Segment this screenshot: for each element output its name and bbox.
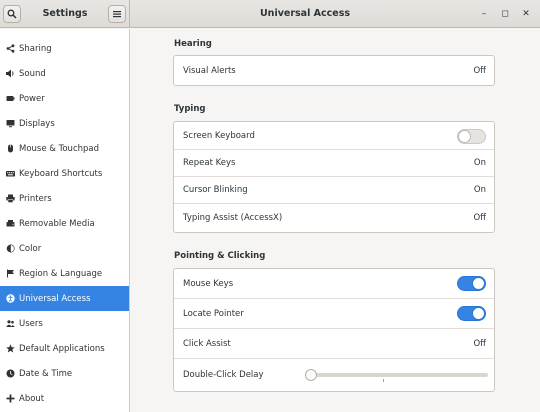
sidebar-item-label: Mouse & Touchpad bbox=[19, 143, 100, 154]
sidebar-item-label: Printers bbox=[19, 193, 52, 204]
row-label: Locate Pointer bbox=[183, 308, 244, 319]
accessibility-icon bbox=[5, 294, 15, 304]
sidebar-item-label: Sharing bbox=[19, 43, 52, 54]
speaker-icon bbox=[5, 69, 15, 79]
close-button[interactable]: ✕ bbox=[519, 7, 533, 21]
share-icon bbox=[5, 44, 15, 54]
app-title: Settings bbox=[42, 8, 88, 19]
row-repeat-keys[interactable]: Repeat Keys On bbox=[174, 150, 494, 177]
group-hearing: Visual Alerts Off bbox=[173, 55, 495, 86]
locate-pointer-switch[interactable] bbox=[457, 306, 486, 321]
section-title-pointing-clicking: Pointing & Clicking bbox=[174, 251, 266, 261]
row-label: Visual Alerts bbox=[183, 65, 236, 76]
row-label: Screen Keyboard bbox=[183, 130, 255, 141]
sidebar-item-displays[interactable]: Displays bbox=[0, 111, 129, 136]
sidebar-item-keyboard-shortcuts[interactable]: Keyboard Shortcuts bbox=[0, 161, 129, 186]
screen-keyboard-switch[interactable] bbox=[457, 129, 486, 144]
sidebar-item-label: Displays bbox=[19, 118, 55, 129]
row-cursor-blinking[interactable]: Cursor Blinking On bbox=[174, 177, 494, 204]
settings-window: Settings Universal Access – ◻ ✕ Sharing bbox=[0, 0, 540, 412]
row-label: Click Assist bbox=[183, 338, 231, 349]
hamburger-menu-icon bbox=[113, 11, 121, 18]
sidebar-item-label: Removable Media bbox=[19, 218, 95, 229]
sidebar-item-sharing[interactable]: Sharing bbox=[0, 36, 129, 61]
row-value: Off bbox=[473, 65, 486, 76]
row-value: On bbox=[473, 185, 486, 195]
printer-icon bbox=[5, 194, 15, 204]
flag-icon bbox=[5, 269, 15, 279]
mouse-keys-switch[interactable] bbox=[457, 276, 486, 291]
sidebar-header: Settings bbox=[0, 0, 130, 28]
row-locate-pointer: Locate Pointer bbox=[174, 299, 494, 329]
clock-icon bbox=[5, 369, 15, 379]
sidebar-item-default-applications[interactable]: Default Applications bbox=[0, 336, 129, 361]
sidebar-item-label: Default Applications bbox=[19, 343, 105, 354]
row-click-assist[interactable]: Click Assist Off bbox=[174, 329, 494, 359]
double-click-delay-slider-handle[interactable] bbox=[305, 369, 317, 381]
page-title: Universal Access bbox=[259, 8, 351, 19]
header-bar: Settings Universal Access – ◻ ✕ bbox=[0, 0, 540, 28]
double-click-delay-slider-track[interactable] bbox=[310, 373, 488, 377]
main-panel: Hearing Visual Alerts Off Typing Screen … bbox=[131, 29, 540, 412]
sidebar: Sharing Sound Power Displays Mouse & Tou… bbox=[0, 29, 130, 412]
row-typing-assist[interactable]: Typing Assist (AccessX) Off bbox=[174, 204, 494, 232]
section-title-hearing: Hearing bbox=[174, 39, 212, 49]
section-title-typing: Typing bbox=[174, 104, 206, 114]
row-label: Cursor Blinking bbox=[183, 185, 248, 195]
menu-button[interactable] bbox=[108, 5, 126, 23]
group-pointing-clicking: Mouse Keys Locate Pointer Click Assist O… bbox=[173, 268, 495, 392]
row-value: Off bbox=[473, 338, 486, 349]
sidebar-item-users[interactable]: Users bbox=[0, 311, 129, 336]
sidebar-item-printers[interactable]: Printers bbox=[0, 186, 129, 211]
switch-knob bbox=[458, 130, 471, 143]
sidebar-item-removable-media[interactable]: Removable Media bbox=[0, 211, 129, 236]
sidebar-item-label: Date & Time bbox=[19, 368, 73, 379]
media-icon bbox=[5, 219, 15, 229]
users-icon bbox=[5, 319, 15, 329]
row-label: Typing Assist (AccessX) bbox=[183, 213, 283, 223]
sidebar-item-label: Sound bbox=[19, 68, 46, 79]
search-button[interactable] bbox=[3, 5, 21, 23]
keyboard-icon bbox=[5, 169, 15, 179]
sidebar-item-label: Users bbox=[19, 318, 43, 329]
row-double-click-delay: Double-Click Delay bbox=[174, 359, 494, 391]
sidebar-item-about[interactable]: About bbox=[0, 386, 129, 411]
row-visual-alerts[interactable]: Visual Alerts Off bbox=[174, 56, 494, 85]
plus-icon bbox=[5, 394, 15, 404]
sidebar-item-label: Power bbox=[19, 93, 45, 104]
row-label: Mouse Keys bbox=[183, 278, 234, 289]
row-label: Repeat Keys bbox=[183, 158, 236, 168]
search-icon bbox=[7, 9, 17, 19]
sidebar-item-region-language[interactable]: Region & Language bbox=[0, 261, 129, 286]
row-label: Double-Click Delay bbox=[183, 370, 264, 380]
sidebar-item-label: Region & Language bbox=[19, 268, 103, 279]
display-icon bbox=[5, 119, 15, 129]
sidebar-item-label: Universal Access bbox=[19, 293, 91, 304]
switch-knob bbox=[472, 307, 485, 320]
sidebar-item-mouse-touchpad[interactable]: Mouse & Touchpad bbox=[0, 136, 129, 161]
maximize-button[interactable]: ◻ bbox=[498, 7, 512, 21]
sidebar-item-date-time[interactable]: Date & Time bbox=[0, 361, 129, 386]
star-icon bbox=[5, 344, 15, 354]
sidebar-item-label: Keyboard Shortcuts bbox=[19, 168, 103, 179]
mouse-icon bbox=[5, 144, 15, 154]
slider-tick-mark bbox=[383, 379, 384, 382]
row-screen-keyboard: Screen Keyboard bbox=[174, 122, 494, 150]
group-typing: Screen Keyboard Repeat Keys On Cursor Bl… bbox=[173, 121, 495, 233]
sidebar-item-power[interactable]: Power bbox=[0, 86, 129, 111]
sidebar-item-sound[interactable]: Sound bbox=[0, 61, 129, 86]
row-value: On bbox=[473, 158, 486, 168]
sidebar-item-color[interactable]: Color bbox=[0, 236, 129, 261]
sidebar-item-label: About bbox=[19, 393, 45, 404]
color-icon bbox=[5, 244, 15, 254]
row-mouse-keys: Mouse Keys bbox=[174, 269, 494, 299]
sidebar-item-label: Color bbox=[19, 243, 42, 254]
minimize-button[interactable]: – bbox=[477, 7, 491, 21]
row-value: Off bbox=[473, 213, 486, 223]
power-icon bbox=[5, 94, 15, 104]
switch-knob bbox=[472, 277, 485, 290]
sidebar-item-universal-access[interactable]: Universal Access bbox=[0, 286, 129, 311]
